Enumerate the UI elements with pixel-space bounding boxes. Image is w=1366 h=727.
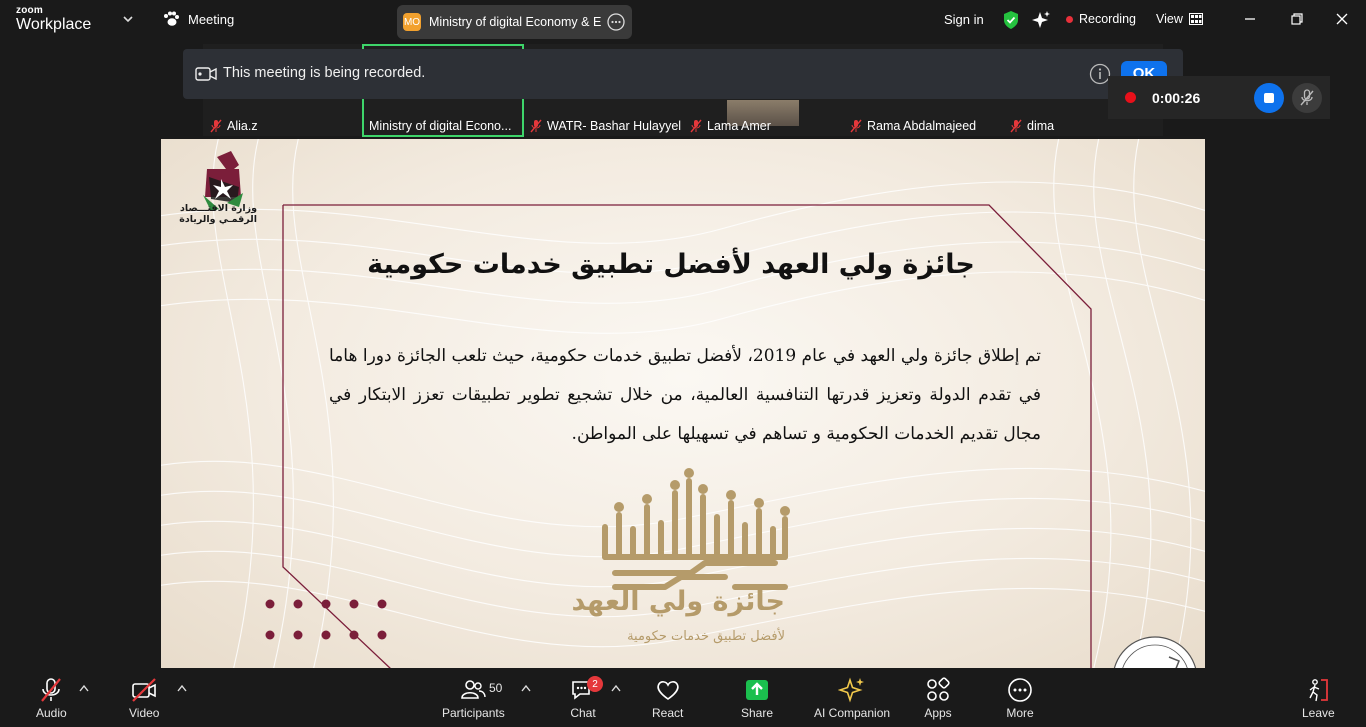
caret-up-icon[interactable] [521,684,531,692]
react-button[interactable]: React [652,676,683,720]
apps-label: Apps [924,706,952,720]
meeting-toolbar: Audio Video Participants 50 Chat React S… [0,668,1366,727]
recording-indicator[interactable]: Recording [1066,12,1136,26]
caret-up-icon[interactable] [79,684,89,692]
video-label: Video [129,706,160,720]
more-options-icon[interactable] [607,13,625,31]
apps-icon [927,677,950,701]
participants-label: Participants [442,706,505,720]
caret-up-icon[interactable] [611,684,621,692]
leave-icon [1309,679,1329,702]
participant-name: Lama Amer [707,119,771,133]
grid-view-icon [1188,13,1203,25]
participant-name: WATR- Bashar Hulayyel [547,119,682,133]
stop-icon [1264,93,1274,103]
award-seal-stamp [1113,636,1197,668]
react-label: React [652,706,684,720]
stop-recording-button[interactable] [1254,83,1284,113]
more-label: More [1006,706,1034,720]
share-screen-icon [746,680,769,700]
meeting-menu[interactable]: Meeting [162,11,234,27]
recording-notice-text: This meeting is being recorded. [223,65,426,81]
award-circuit-logo [602,468,790,590]
participant-tile[interactable]: dima [1005,116,1054,136]
participant-name: Ministry of digital Econo... [369,119,512,133]
muted-mic-icon [850,119,862,133]
recording-notice-banner: This meeting is being recorded. OK [183,49,1183,99]
record-dot-icon [1125,92,1136,103]
view-button[interactable]: View [1156,12,1203,26]
chat-label: Chat [570,706,596,720]
zoom-workplace-logo: zoom Workplace [16,6,91,33]
participants-icon [461,680,487,699]
shield-check-icon[interactable] [1002,10,1020,30]
participant-tile[interactable]: WATR- Bashar Hulayyel [525,116,681,136]
muted-mic-icon [690,119,702,133]
restore-icon[interactable] [1289,11,1305,27]
view-label: View [1156,12,1183,26]
apps-button[interactable]: Apps [924,676,952,720]
decorative-dots [265,599,387,640]
audio-button[interactable]: Audio [36,676,67,720]
sign-in-link[interactable]: Sign in [944,12,984,27]
mute-mic-button[interactable] [1292,83,1322,113]
leave-label: Leave [1302,706,1335,720]
participants-count: 50 [489,681,503,695]
recording-elapsed-time: 0:00:26 [1152,90,1201,106]
ministry-name: وزارة الاقتـــصاد الرقمـي والريادة [175,203,257,225]
close-icon[interactable] [1334,11,1350,27]
participant-tile[interactable]: Ministry of digital Econo... [365,116,511,136]
heart-icon [657,681,679,700]
meeting-label: Meeting [188,11,235,27]
participant-tile[interactable]: Rama Abdalmajeed [845,116,976,136]
slide-body-text: تم إطلاق جائزة ولي العهد في عام 2019، لأ… [329,346,1041,444]
top-bar: zoom Workplace Meeting MO Ministry of di… [0,0,1366,42]
award-name: جائزة ولي العهد [571,586,785,617]
participant-name: dima [1027,119,1055,133]
video-off-icon [132,678,157,702]
muted-mic-icon [1010,119,1022,133]
participant-name: Alia.z [227,119,258,133]
share-button[interactable]: Share [741,676,773,720]
muted-mic-icon [530,119,542,133]
share-label: Share [741,706,774,720]
minimize-icon[interactable] [1242,11,1258,27]
video-button[interactable]: Video [129,676,159,720]
muted-mic-icon [1300,89,1314,106]
recording-timer-panel: 0:00:26 [1108,76,1330,119]
brand-zoom: zoom [16,5,43,16]
brand-workplace: Workplace [16,16,92,33]
slide-title: جائزة ولي العهد لأفضل تطبيق خدمات حكومية [367,249,975,280]
ai-companion-button[interactable]: AI Companion [814,676,890,720]
muted-mic-icon [41,678,62,702]
muted-mic-icon [210,119,222,133]
audio-label: Audio [36,706,67,720]
meeting-tab-badge: MO [403,13,421,31]
ministry-name-line2: الرقمـي والريادة [179,214,257,225]
more-icon [1008,678,1032,702]
more-button[interactable]: More [1006,676,1034,720]
award-subtitle: لأفضل تطبيق خدمات حكومية [627,629,785,644]
participant-tile[interactable]: Lama Amer [685,116,771,136]
shared-screen-slide: وزارة الاقتـــصاد الرقمـي والريادة جائزة… [161,139,1205,668]
meeting-tab[interactable]: MO Ministry of digital Economy & Er [397,5,632,39]
chat-unread-badge: 2 [587,676,603,692]
chevron-down-icon[interactable] [121,12,135,26]
ministry-name-line1: وزارة الاقتـــصاد [180,203,257,214]
meeting-tab-title: Ministry of digital Economy & Er [429,15,601,29]
recording-label: Recording [1079,12,1136,26]
leave-button[interactable]: Leave [1302,676,1335,720]
participant-tile[interactable]: Alia.z [205,116,258,136]
caret-up-icon[interactable] [177,684,187,692]
participant-name: Rama Abdalmajeed [867,119,977,133]
ai-companion-icon [838,677,865,703]
paw-icon [164,11,179,26]
ai-sparkle-icon[interactable] [1031,10,1051,30]
ai-companion-label: AI Companion [814,706,891,720]
record-dot-icon [1066,15,1073,23]
recording-camera-icon [195,67,217,81]
